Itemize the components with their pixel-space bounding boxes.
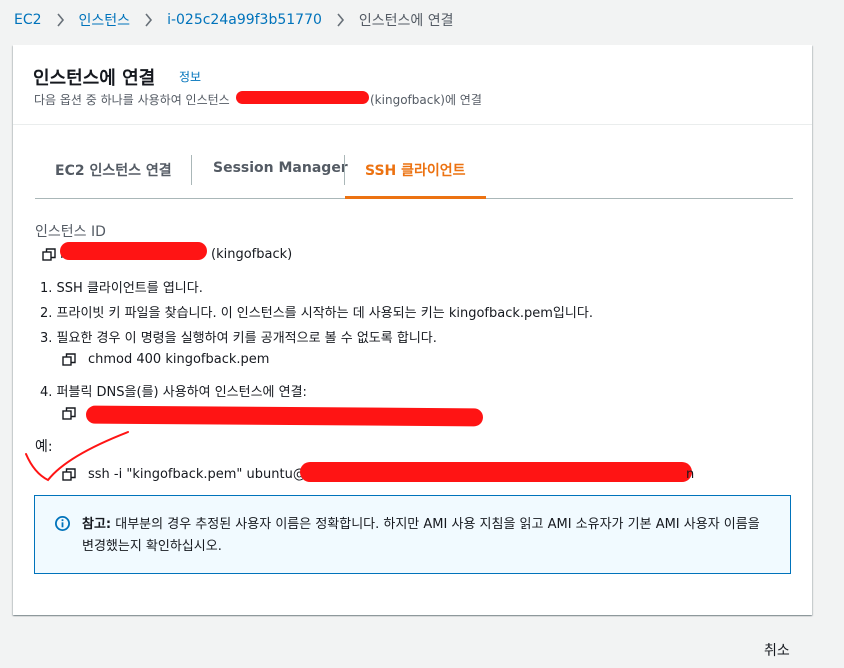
page-description: 다음 옵션 중 하나를 사용하여 인스턴스 xyxy=(34,91,230,108)
info-alert-body: 대부분의 경우 추정된 사용자 이름은 정확합니다. 하지만 AMI 사용 지침… xyxy=(82,517,760,554)
info-alert-text: 참고: 대부분의 경우 추정된 사용자 이름은 정확합니다. 하지만 AMI 사… xyxy=(82,514,772,558)
copy-icon[interactable] xyxy=(61,467,77,483)
redaction-public-dns xyxy=(85,405,484,427)
step-1: 1. SSH 클라이언트를 엽니다. xyxy=(40,281,203,296)
chevron-right-icon xyxy=(336,13,345,27)
example-command-suffix: n xyxy=(686,467,695,482)
breadcrumb-ec2[interactable]: EC2 xyxy=(14,12,42,28)
step-3: 3. 필요한 경우 이 명령을 실행하여 키를 공개적으로 볼 수 없도록 합니… xyxy=(40,331,437,346)
header-divider xyxy=(13,124,812,125)
step-4: 4. 퍼블릭 DNS을(를) 사용하여 인스턴스에 연결: xyxy=(40,385,307,400)
breadcrumb-instances[interactable]: 인스턴스 xyxy=(79,10,131,30)
tab-divider xyxy=(191,155,192,185)
info-icon xyxy=(55,516,70,531)
instance-id-label: 인스턴스 ID xyxy=(35,224,106,240)
breadcrumb: EC2 인스턴스 i-025c24a99f3b51770 인스턴스에 연결 xyxy=(14,10,454,30)
breadcrumb-current: 인스턴스에 연결 xyxy=(358,13,454,29)
info-alert-label: 참고: xyxy=(82,517,112,532)
example-command-prefix: ssh -i "kingofback.pem" ubuntu@ xyxy=(88,467,306,482)
description-suffix: (kingofback)에 연결 xyxy=(370,93,482,107)
active-tab-indicator xyxy=(345,196,486,199)
tab-ssh-client[interactable]: SSH 클라이언트 xyxy=(365,160,466,182)
tab-ec2-instance-connect[interactable]: EC2 인스턴스 연결 xyxy=(55,160,172,182)
tab-divider xyxy=(344,155,345,185)
info-link[interactable]: 정보 xyxy=(179,68,201,85)
cancel-button[interactable]: 취소 xyxy=(764,640,790,660)
chmod-command: chmod 400 kingofback.pem xyxy=(88,352,270,367)
copy-icon[interactable] xyxy=(61,406,77,422)
redaction-instance-id xyxy=(60,242,207,260)
description-prefix: 다음 옵션 중 하나를 사용하여 인스턴스 xyxy=(34,93,230,107)
breadcrumb-instance-id[interactable]: i-025c24a99f3b51770 xyxy=(167,12,322,28)
redaction-ssh-host xyxy=(300,462,692,482)
step-2: 2. 프라이빗 키 파일을 찾습니다. 이 인스턴스를 시작하는 데 사용되는 … xyxy=(40,306,593,321)
page-title: 인스턴스에 연결 xyxy=(33,68,156,89)
tab-session-manager[interactable]: Session Manager xyxy=(213,160,348,182)
instance-id-suffix: (kingofback) xyxy=(211,247,293,262)
copy-icon[interactable] xyxy=(41,247,57,263)
copy-icon[interactable] xyxy=(61,352,77,368)
chevron-right-icon xyxy=(56,13,65,27)
redaction-description xyxy=(236,91,369,104)
chevron-right-icon xyxy=(144,13,153,27)
